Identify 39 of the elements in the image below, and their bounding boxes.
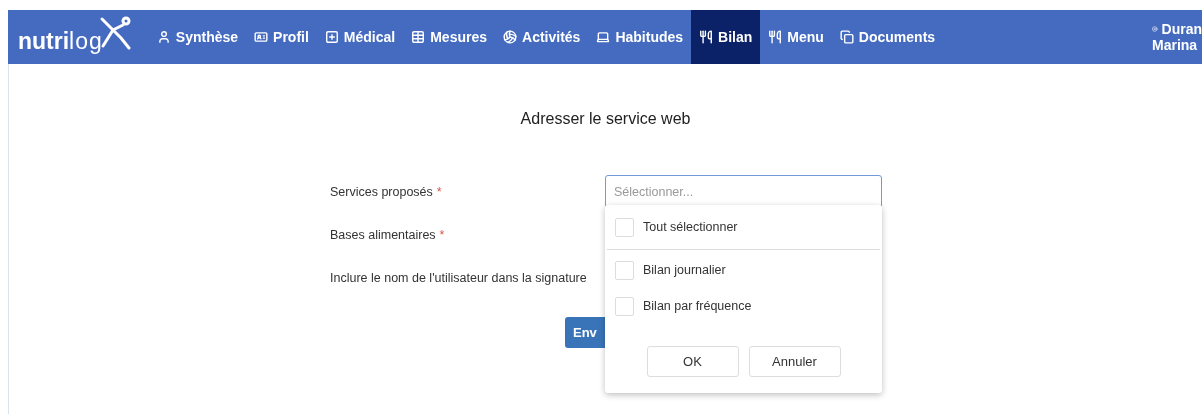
logo[interactable]: nutrilog [8, 10, 149, 64]
dropdown-option[interactable]: Bilan par fréquence [605, 288, 882, 324]
user-icon [156, 30, 171, 44]
option-label: Tout sélectionner [643, 220, 738, 234]
nav-item[interactable]: Profil [246, 10, 317, 64]
documents-icon [839, 30, 854, 44]
nav-item[interactable]: Médical [316, 10, 404, 64]
dropdown-option[interactable]: Bilan journalier [605, 252, 882, 288]
laptop-icon [596, 30, 611, 44]
required-mark: * [436, 184, 442, 199]
nav-item[interactable]: Habitudes [588, 10, 692, 64]
checkbox[interactable] [615, 260, 634, 280]
dropdown-option[interactable]: Tout sélectionner [605, 209, 882, 245]
plus-icon [324, 30, 339, 44]
nav-item[interactable]: Synthèse [148, 10, 247, 64]
nav-item[interactable]: Bilan [691, 10, 761, 64]
checkbox[interactable] [615, 296, 634, 316]
checkbox[interactable] [615, 217, 634, 237]
option-label: Bilan journalier [643, 263, 726, 277]
field-label: Services proposés [330, 184, 433, 199]
required-mark: * [439, 227, 445, 242]
ball-icon [503, 30, 517, 44]
ok-button[interactable]: OK [646, 346, 739, 377]
cancel-button[interactable]: Annuler [748, 346, 841, 377]
id-card-icon [254, 30, 269, 44]
nav-item[interactable]: Menu [760, 10, 832, 64]
field-label: Bases alimentaires [330, 227, 436, 242]
form-title: Adresser le service web [520, 110, 691, 128]
field-label: Inclure le nom de l'utilisateur dans la signature [330, 270, 587, 285]
nav-item[interactable]: Mesures [403, 10, 495, 64]
user-last-name[interactable]: Duran [1152, 21, 1202, 37]
utensils-icon [768, 30, 783, 44]
utensils-icon [699, 30, 714, 44]
user-first-name: Marina [1152, 37, 1199, 53]
option-label: Bilan par fréquence [643, 299, 752, 313]
submit-button[interactable]: Env [565, 317, 605, 348]
nav-item[interactable]: Activités [495, 10, 589, 64]
nav-item[interactable]: Documents [831, 10, 944, 64]
table-icon [411, 30, 426, 44]
